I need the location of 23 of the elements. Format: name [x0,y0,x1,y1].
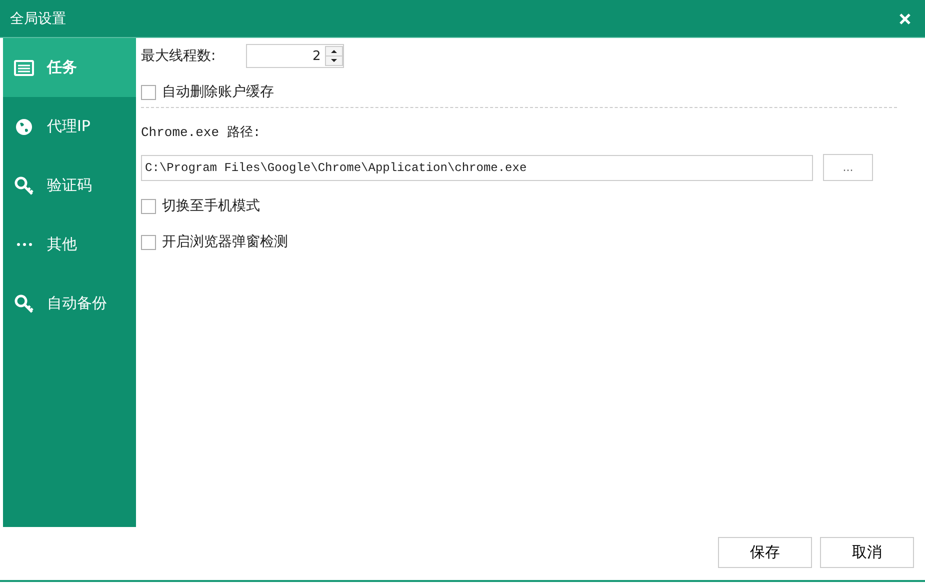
checkbox-label: 切换至手机模式 [162,197,260,215]
number-spinner[interactable]: 2 [246,44,344,68]
browse-button[interactable]: ... [823,154,873,181]
checkbox[interactable] [141,198,156,214]
sidebar-item[interactable]: 代理IP [3,97,136,156]
checkbox[interactable] [141,84,156,100]
checkbox[interactable] [141,234,156,250]
sidebar-item[interactable]: 验证码 [3,156,136,215]
dialog-button[interactable]: 保存 [718,537,812,568]
spinner-arrows-icon [324,46,343,66]
dialog-button[interactable]: 取消 [820,537,914,568]
key-icon [13,174,35,196]
checkbox-label: 自动删除账户缓存 [162,83,274,101]
sidebar-item[interactable]: 其他 [3,215,136,274]
more-icon [16,243,32,246]
sidebar-item[interactable]: 自动备份 [3,274,136,333]
field-label: 最大线程数: [141,47,216,65]
checkbox-label: 开启浏览器弹窗检测 [162,233,288,251]
field-label: Chrome.exe 路径: [141,124,262,141]
close-icon[interactable] [899,12,911,24]
window-title: 全局设置 [10,10,66,28]
path-field[interactable]: C:\Program Files\Google\Chrome\Application\chrome.exe [141,154,813,180]
key-icon [13,292,35,314]
